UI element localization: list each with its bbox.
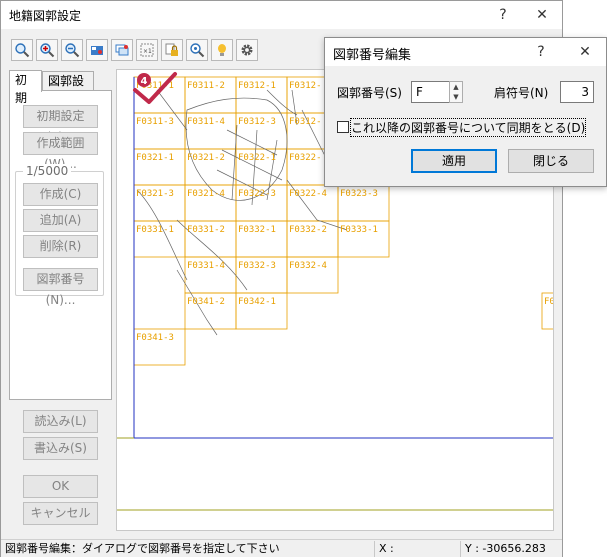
grid-select-icon: ×1 <box>140 43 154 57</box>
close-button[interactable]: ✕ <box>522 1 562 29</box>
step-badge-number: 4 <box>141 76 148 87</box>
create-range-button[interactable]: 作成範囲(W)... <box>23 132 98 171</box>
load-button[interactable]: 読込み(L) <box>23 410 98 433</box>
map-sheet-label: F0341-2 <box>187 297 225 307</box>
zoom-fit-button[interactable] <box>11 39 33 61</box>
status-message: 図郭番号編集：ダイアログで図郭番号を指定して下さい <box>5 542 280 555</box>
sheet-number-dialog: 図郭番号編集 ? ✕ 図郭番号(S) F ▲ ▼ 肩符号(N) 3 これ以降の図… <box>324 37 607 187</box>
map-sheet-label: F0322-4 <box>289 189 327 199</box>
map-sheet-label: F0332-1 <box>238 225 276 235</box>
map-sheet-label: F0321-3 <box>136 189 174 199</box>
spin-down-icon[interactable]: ▼ <box>450 92 462 102</box>
sheet-number-field[interactable]: F <box>411 81 451 103</box>
window-title: 地籍図郭設定 <box>9 9 82 23</box>
status-bar: 図郭番号編集：ダイアログで図郭番号を指定して下さい X : -39990.964… <box>1 539 562 557</box>
dialog-title-bar: 図郭番号編集 ? ✕ <box>325 38 606 66</box>
apply-button[interactable]: 適用 <box>411 149 497 173</box>
map-sheet-label: F0311-3 <box>136 117 174 127</box>
delete-button[interactable]: 削除(R) <box>23 235 98 258</box>
lock-icon <box>165 43 178 56</box>
map-sheet-label: F0322-3 <box>238 189 276 199</box>
sync-checkbox-label[interactable]: これ以降の図郭番号について同期をとる(D) <box>349 118 587 137</box>
map-sheet-label: F0312-3 <box>238 117 276 127</box>
tab-initial[interactable]: 初期 <box>9 70 42 105</box>
map-sheet-label: F0341-3 <box>136 333 174 343</box>
initial-settings-button[interactable]: 初期設定(T)... <box>23 105 98 144</box>
map-sheet-label: F0331-4 <box>187 261 225 271</box>
tab-sheet-settings[interactable]: 図郭設定 <box>42 71 94 106</box>
map-sheet-label: F0312- <box>289 81 322 91</box>
map-sheet-label: F0331-1 <box>136 225 174 235</box>
zoom-out-button[interactable] <box>61 39 83 61</box>
map-sheet-label: F0332-2 <box>289 225 327 235</box>
map-sheet-label: F0322- <box>289 153 322 163</box>
map-sheet-label: F0323-3 <box>340 189 378 199</box>
lightbulb-icon <box>218 44 226 56</box>
dialog-help-button[interactable]: ? <box>521 38 561 66</box>
layer-icon <box>115 44 129 56</box>
status-x-coordinate: X : -39990.964 <box>374 541 459 557</box>
lock-button[interactable] <box>161 39 183 61</box>
gear-icon <box>241 44 253 56</box>
close-dialog-button[interactable]: 閉じる <box>508 149 594 173</box>
lightbulb-button[interactable] <box>211 39 233 61</box>
map-sheet-label: F03 <box>544 297 554 307</box>
shoulder-code-label: 肩符号(N) <box>494 86 549 100</box>
map-sheet-label: F0332-4 <box>289 261 327 271</box>
map-sheet-label: F0333-1 <box>340 225 378 235</box>
sheet-number-label: 図郭番号(S) <box>337 86 402 100</box>
display-settings-button[interactable] <box>86 39 108 61</box>
zoom-in-button[interactable] <box>36 39 58 61</box>
zoom-in-icon <box>40 43 55 58</box>
sheet-number-spinner[interactable]: ▲ ▼ <box>449 81 463 103</box>
add-button[interactable]: 追加(A) <box>23 209 98 232</box>
spin-up-icon[interactable]: ▲ <box>450 82 462 92</box>
map-parcel-line <box>136 189 188 281</box>
grid-select-button[interactable]: ×1 <box>136 39 158 61</box>
map-sheet-label: F0312-1 <box>238 81 276 91</box>
layer-button[interactable] <box>111 39 133 61</box>
save-button[interactable]: 書込み(S) <box>23 437 98 460</box>
shoulder-code-field[interactable]: 3 <box>560 81 594 103</box>
help-button[interactable]: ? <box>483 1 523 29</box>
dialog-title: 図郭番号編集 <box>333 48 412 63</box>
map-sheet-label: F0322-1 <box>238 153 276 163</box>
display-settings-icon <box>91 46 103 55</box>
cancel-button[interactable]: キャンセル <box>23 502 98 525</box>
map-sheet-label: F0311-4 <box>187 117 225 127</box>
search-icon <box>190 43 205 58</box>
ok-button[interactable]: OK <box>23 475 98 498</box>
map-sheet-label: F0321-4 <box>187 189 225 199</box>
map-sheet-label: F0332-3 <box>238 261 276 271</box>
map-sheet-label: F0342-1 <box>238 297 276 307</box>
map-sheet-label: F0321-1 <box>136 153 174 163</box>
sheet-number-button[interactable]: 図郭番号(N)... <box>23 268 98 307</box>
dialog-close-icon[interactable]: ✕ <box>565 38 605 66</box>
zoom-out-icon <box>65 43 80 58</box>
map-sheet-label: F0321-2 <box>187 153 225 163</box>
zoom-fit-icon <box>15 43 30 58</box>
search-button[interactable] <box>186 39 208 61</box>
sync-checkbox[interactable] <box>337 121 349 133</box>
scale-label: 1/5000 <box>23 164 72 178</box>
status-y-coordinate: Y : -30656.283 <box>460 541 562 557</box>
gear-button[interactable] <box>236 39 258 61</box>
map-sheet-label: F0311-2 <box>187 81 225 91</box>
svg-text:×1: ×1 <box>143 48 152 55</box>
title-bar: 地籍図郭設定 ? ✕ <box>1 1 562 29</box>
map-sheet-label: F0331-2 <box>187 225 225 235</box>
create-button[interactable]: 作成(C) <box>23 183 98 206</box>
map-sheet-label: F0312- <box>289 117 322 127</box>
